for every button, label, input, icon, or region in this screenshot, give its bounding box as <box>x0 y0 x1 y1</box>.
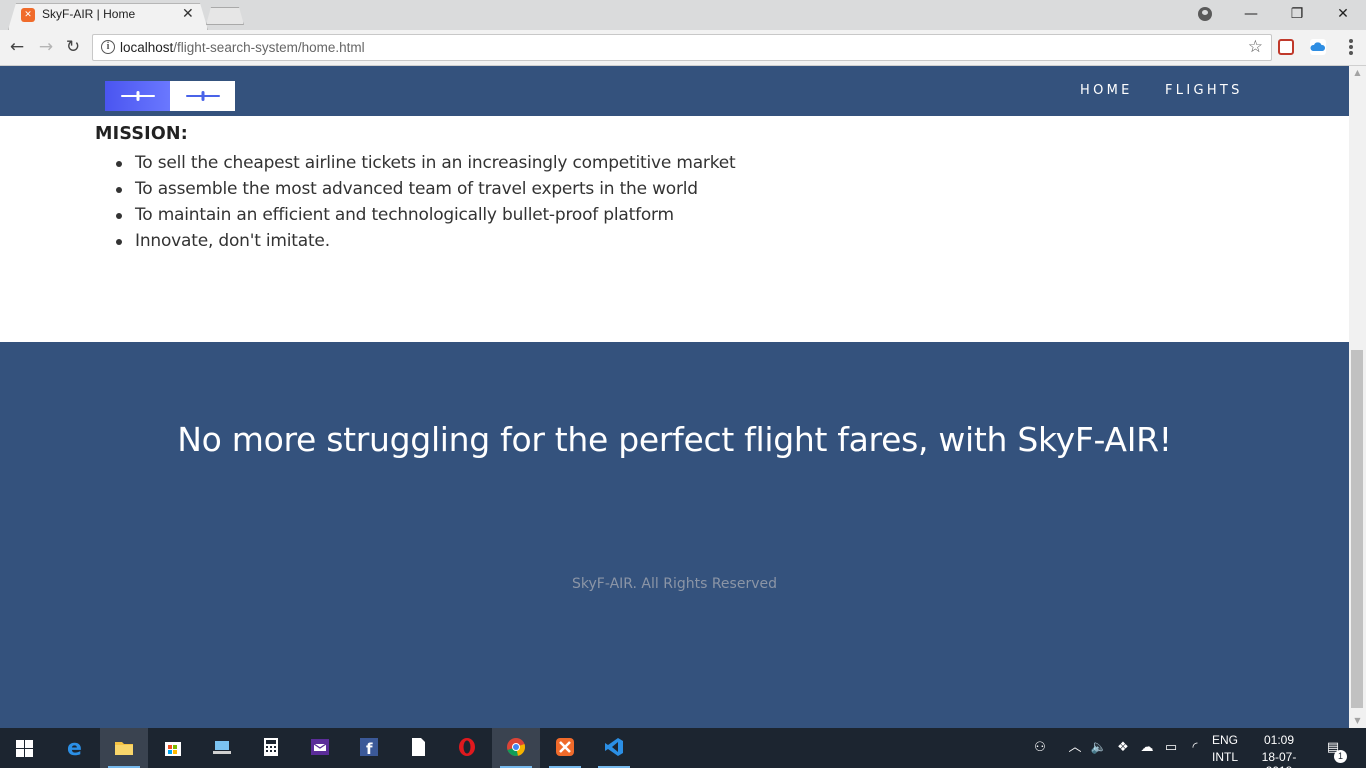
maximize-button[interactable]: ❐ <box>1274 0 1320 30</box>
scroll-up-arrow-icon[interactable]: ▲ <box>1349 66 1366 80</box>
url-path: /flight-search-system/home.html <box>173 40 365 55</box>
url-text[interactable]: localhost/flight-search-system/home.html <box>120 40 365 55</box>
keyboard-layout: INTL <box>1212 750 1239 764</box>
tab-title: SkyF-AIR | Home <box>42 7 136 21</box>
clock-date: 18-07-2018 <box>1261 750 1297 778</box>
forward-arrow-icon[interactable]: → <box>35 36 57 58</box>
chevron-up-icon[interactable]: ︿ <box>1066 739 1084 757</box>
edge-icon: e <box>67 737 82 757</box>
volume-icon[interactable]: 🔈 <box>1090 739 1108 757</box>
opera-taskbar-button[interactable] <box>443 728 491 768</box>
wifi-icon[interactable]: ◜ <box>1186 739 1204 757</box>
start-button[interactable] <box>0 728 48 768</box>
nav-flights-link[interactable]: FLIGHTS <box>1165 83 1243 98</box>
skyf-air-logo[interactable] <box>105 81 235 111</box>
xampp-taskbar-button[interactable] <box>541 728 589 768</box>
reload-icon[interactable]: ↻ <box>62 36 84 58</box>
svg-text:e: e <box>67 737 82 757</box>
vscode-taskbar-button[interactable] <box>590 728 638 768</box>
clock[interactable]: 01:09 18-07-2018 <box>1249 733 1309 778</box>
browser-toolbar: ← → ↻ i localhost/flight-search-system/h… <box>0 30 1366 66</box>
chrome-icon <box>507 738 526 757</box>
site-navbar: HOME FLIGHTS <box>0 66 1349 116</box>
plane-icon <box>121 95 155 97</box>
xampp-favicon-icon: ✕ <box>21 8 35 22</box>
facebook-icon: f <box>360 738 378 757</box>
info-icon[interactable]: i <box>101 40 115 54</box>
copyright-text: SkyF-AIR. All Rights Reserved <box>572 576 777 592</box>
browser-menu-icon[interactable] <box>1343 38 1359 58</box>
windows-logo-icon <box>16 740 33 757</box>
store-icon <box>165 742 181 756</box>
notification-badge: 1 <box>1334 750 1347 763</box>
mission-heading: MISSION: <box>95 124 188 144</box>
chrome-taskbar-button[interactable] <box>492 728 540 768</box>
mission-list: To sell the cheapest airline tickets in … <box>115 150 736 254</box>
logo-left-panel <box>105 81 170 111</box>
language-code: ENG <box>1212 733 1239 747</box>
browser-tabstrip: ✕ SkyF-AIR | Home ✕ — ❐ ✕ <box>0 0 1366 30</box>
xampp-icon <box>556 738 574 756</box>
vscode-icon <box>605 738 623 756</box>
page-scrollbar[interactable]: ▲ ▼ <box>1349 66 1366 728</box>
calculator-taskbar-button[interactable] <box>247 728 295 768</box>
clock-time: 01:09 <box>1263 733 1295 747</box>
cloud-extension-icon[interactable] <box>1310 39 1326 55</box>
nav-home-link[interactable]: HOME <box>1080 83 1133 98</box>
folder-icon <box>115 742 133 755</box>
scrollbar-thumb[interactable] <box>1351 350 1363 708</box>
windows-taskbar: e f ⚇ ︿ 🔈 ❖ ☁ ▭ ◜ ENG INTL 01:09 18-07-2… <box>0 728 1366 778</box>
close-window-button[interactable]: ✕ <box>1320 0 1366 30</box>
back-arrow-icon[interactable]: ← <box>6 36 28 58</box>
footer-section: No more struggling for the perfect fligh… <box>0 342 1349 728</box>
mission-item: To assemble the most advanced team of tr… <box>115 176 735 202</box>
document-icon <box>412 738 425 756</box>
mail-taskbar-button[interactable] <box>296 728 344 768</box>
document-taskbar-button[interactable] <box>394 728 442 768</box>
profile-icon[interactable] <box>1198 7 1212 21</box>
dropbox-icon[interactable]: ❖ <box>1114 739 1132 757</box>
scroll-down-arrow-icon[interactable]: ▼ <box>1349 714 1366 728</box>
mail-icon <box>311 739 329 755</box>
mission-item: To sell the cheapest airline tickets in … <box>115 150 736 176</box>
minimize-button[interactable]: — <box>1228 0 1274 30</box>
svg-text:f: f <box>366 740 373 757</box>
opera-icon <box>459 738 475 756</box>
url-host: localhost <box>120 40 174 55</box>
edge-taskbar-button[interactable]: e <box>51 728 99 768</box>
footer-tagline: No more struggling for the perfect fligh… <box>177 420 1172 459</box>
pocket-extension-icon[interactable] <box>1278 39 1294 55</box>
mission-item: Innovate, don't imitate. <box>115 228 735 254</box>
file-explorer-taskbar-button[interactable] <box>100 728 148 768</box>
facebook-taskbar-button[interactable]: f <box>345 728 393 768</box>
people-icon[interactable]: ⚇ <box>1031 739 1049 757</box>
computer-icon <box>213 741 231 754</box>
onedrive-icon[interactable]: ☁ <box>1138 739 1156 757</box>
tab-close-icon[interactable]: ✕ <box>182 6 194 22</box>
plane-icon <box>186 95 220 97</box>
new-tab-button[interactable] <box>206 7 244 25</box>
bookmark-star-icon[interactable]: ☆ <box>1248 37 1263 57</box>
store-taskbar-button[interactable] <box>149 728 197 768</box>
language-indicator[interactable]: ENG INTL <box>1212 733 1238 773</box>
address-bar[interactable]: i localhost/flight-search-system/home.ht… <box>92 34 1272 61</box>
page-viewport: HOME FLIGHTS MISSION: To sell the cheape… <box>0 66 1349 728</box>
calculator-icon <box>264 738 278 756</box>
pc-taskbar-button[interactable] <box>198 728 246 768</box>
battery-icon[interactable]: ▭ <box>1162 739 1180 757</box>
mission-item: To maintain an efficient and technologic… <box>115 202 735 228</box>
logo-right-panel <box>170 81 235 111</box>
